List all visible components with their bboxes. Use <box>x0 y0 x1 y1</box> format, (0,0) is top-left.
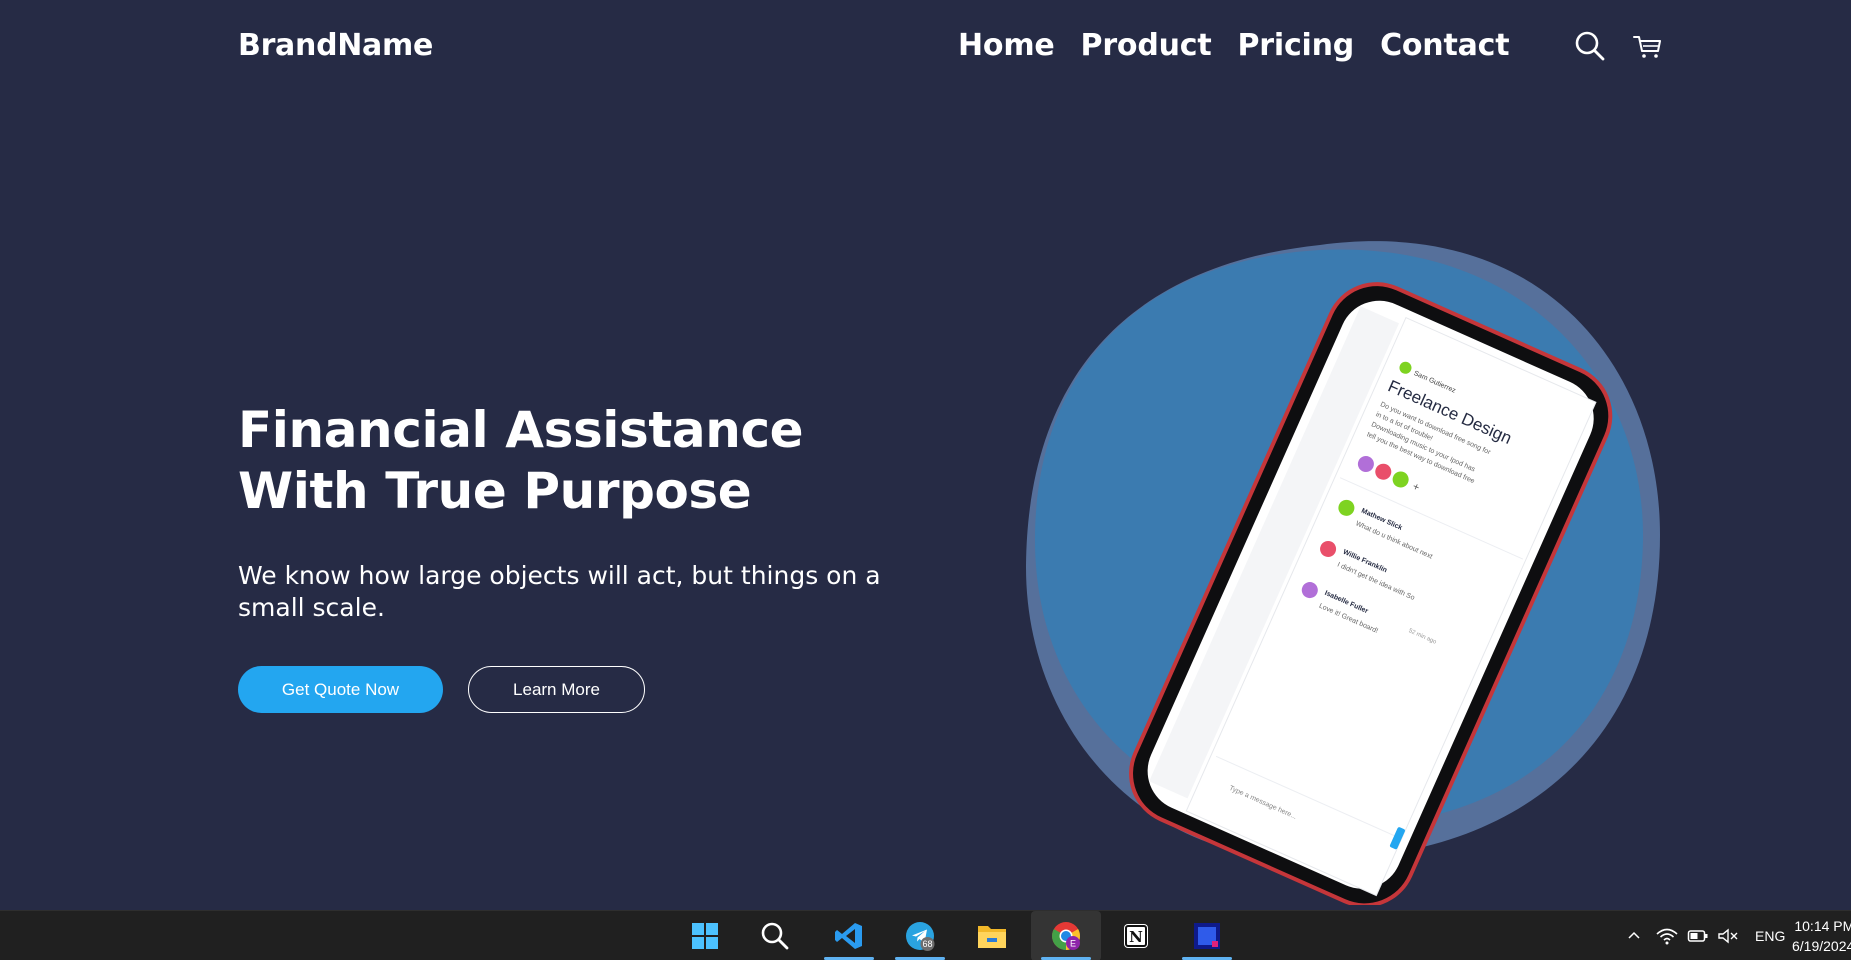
notion-icon[interactable]: N <box>1110 911 1162 960</box>
headline-line-1: Financial Assistance <box>238 401 804 459</box>
clock-date: 6/19/2024 <box>1792 938 1851 954</box>
search-icon[interactable] <box>749 911 801 960</box>
start-icon[interactable] <box>679 911 731 960</box>
cart-icon[interactable] <box>1632 30 1664 62</box>
nav-pricing[interactable]: Pricing <box>1237 28 1354 63</box>
svg-text:E: E <box>1070 939 1076 949</box>
telegram-badge: 68 <box>922 939 932 949</box>
vscode-icon[interactable] <box>823 911 875 960</box>
clock[interactable]: 10:14 PM 6/19/2024 <box>1792 916 1851 956</box>
wifi-icon[interactable] <box>1655 926 1679 946</box>
nav-product[interactable]: Product <box>1081 28 1212 63</box>
search-icon[interactable] <box>1574 30 1606 62</box>
volume-muted-icon[interactable] <box>1717 927 1739 945</box>
chrome-icon[interactable]: E <box>1031 911 1101 960</box>
svg-text:N: N <box>1129 928 1143 946</box>
battery-icon[interactable] <box>1687 927 1709 945</box>
main-nav: Home Product Pricing Contact <box>958 28 1510 63</box>
get-quote-button[interactable]: Get Quote Now <box>238 666 443 713</box>
language-indicator[interactable]: ENG <box>1755 928 1785 944</box>
subtext-line-1: We know how large objects will act, but … <box>238 561 881 590</box>
brand-logo[interactable]: BrandName <box>238 28 433 63</box>
headline-line-2: With True Purpose <box>238 462 752 520</box>
nav-home[interactable]: Home <box>958 28 1055 63</box>
clock-time: 10:14 PM <box>1794 918 1851 934</box>
file-explorer-icon[interactable] <box>966 911 1018 960</box>
hero-subtext: We know how large objects will act, but … <box>238 560 938 624</box>
hero-headline: Financial Assistance With True Purpose <box>238 400 804 522</box>
telegram-icon[interactable]: 68 <box>894 911 946 960</box>
hero-illustration: Sam Gutierrez Freelance Design Do you wa… <box>1025 241 1660 905</box>
learn-more-button[interactable]: Learn More <box>468 666 645 713</box>
chevron-up-icon[interactable] <box>1625 927 1643 945</box>
nav-contact[interactable]: Contact <box>1380 28 1509 63</box>
taskbar: 68 E N ENG 10:14 PM 6/19/2024 <box>0 910 1851 960</box>
subtext-line-2: small scale. <box>238 593 385 622</box>
system-tray: ENG <box>1625 911 1785 960</box>
app-icon[interactable] <box>1181 911 1233 960</box>
